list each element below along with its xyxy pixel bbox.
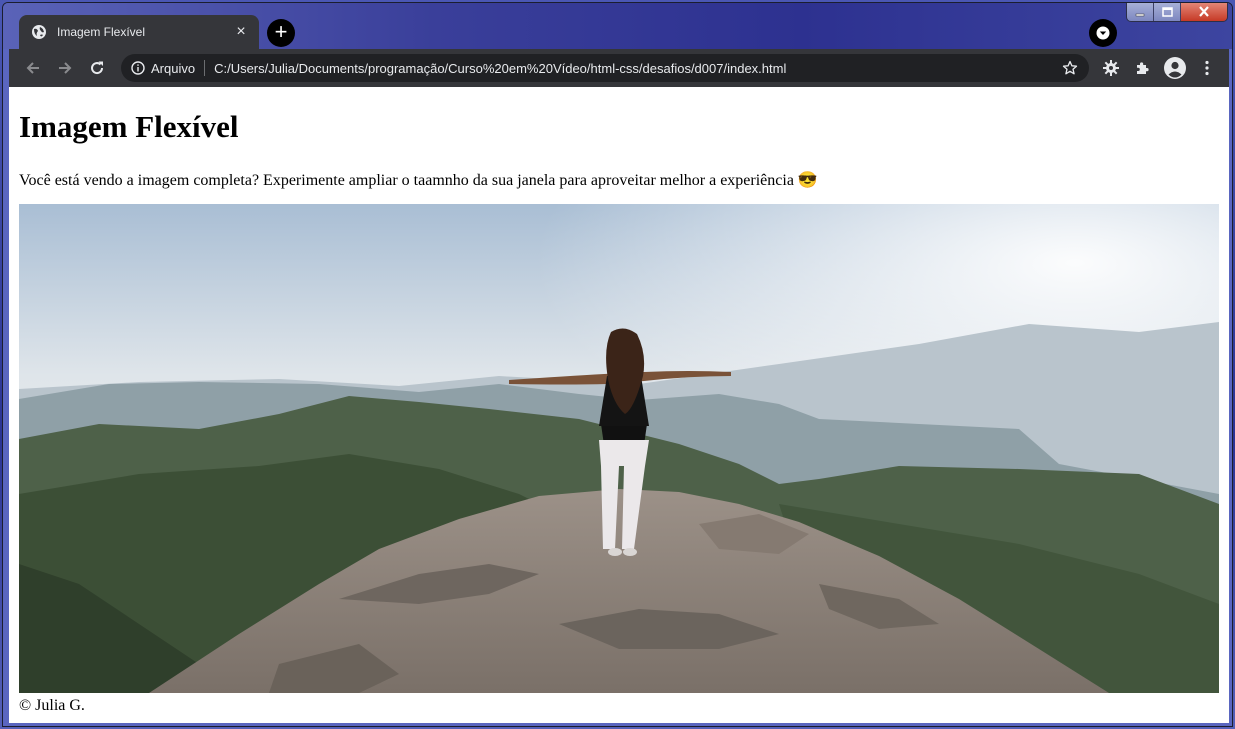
url-text[interactable]: C:/Users/Julia/Documents/programação/Cur… bbox=[214, 61, 1055, 76]
gear-icon bbox=[1103, 60, 1119, 76]
chevron-down-icon bbox=[1096, 26, 1110, 40]
security-label[interactable]: Arquivo bbox=[151, 61, 195, 76]
address-bar[interactable]: Arquivo C:/Users/Julia/Documents/program… bbox=[121, 54, 1089, 82]
browser-toolbar: Arquivo C:/Users/Julia/Documents/program… bbox=[9, 49, 1229, 87]
reload-icon bbox=[91, 61, 104, 75]
tab-search-button[interactable] bbox=[1089, 19, 1117, 47]
maximize-icon bbox=[1161, 6, 1173, 17]
divider bbox=[204, 60, 206, 76]
page-viewport: Imagem Flexível Você está vendo a imagem… bbox=[9, 87, 1229, 723]
info-icon[interactable] bbox=[131, 61, 145, 75]
arrow-right-icon bbox=[59, 62, 72, 74]
arrow-left-icon bbox=[26, 62, 39, 74]
browser-tab[interactable]: Imagem Flexível × bbox=[19, 15, 259, 49]
back-button[interactable] bbox=[17, 52, 49, 84]
intro-paragraph: Você está vendo a imagem completa? Exper… bbox=[19, 172, 818, 189]
forward-button[interactable] bbox=[49, 52, 81, 84]
extension-button[interactable] bbox=[1095, 52, 1127, 84]
avatar-icon bbox=[1164, 57, 1186, 79]
extensions-menu-button[interactable] bbox=[1127, 52, 1159, 84]
star-icon bbox=[1062, 60, 1078, 75]
toolbar-extensions bbox=[1095, 52, 1223, 84]
close-window-button[interactable] bbox=[1181, 3, 1227, 21]
close-icon bbox=[1199, 6, 1209, 17]
maximize-button[interactable] bbox=[1154, 3, 1181, 21]
globe-icon bbox=[32, 25, 46, 39]
page-footer: © Julia G. bbox=[19, 697, 85, 714]
menu-button[interactable] bbox=[1191, 52, 1223, 84]
hero-image bbox=[19, 204, 1219, 693]
minimize-button[interactable] bbox=[1127, 3, 1154, 21]
reload-button[interactable] bbox=[81, 52, 113, 84]
tab-title: Imagem Flexível bbox=[57, 25, 146, 39]
page-heading: Imagem Flexível bbox=[19, 109, 239, 144]
puzzle-icon bbox=[1137, 62, 1149, 74]
profile-button[interactable] bbox=[1159, 52, 1191, 84]
bookmark-button[interactable] bbox=[1055, 60, 1085, 76]
window-frame-bottom bbox=[9, 723, 1229, 726]
browser-window: Imagem Flexível × + Arquivo C:/Users/Jul… bbox=[2, 2, 1233, 727]
minimize-icon bbox=[1135, 13, 1145, 16]
window-controls bbox=[1126, 3, 1228, 22]
tab-close-button[interactable]: × bbox=[229, 24, 253, 40]
kebab-menu-icon bbox=[1205, 60, 1209, 76]
new-tab-button[interactable]: + bbox=[267, 19, 295, 47]
